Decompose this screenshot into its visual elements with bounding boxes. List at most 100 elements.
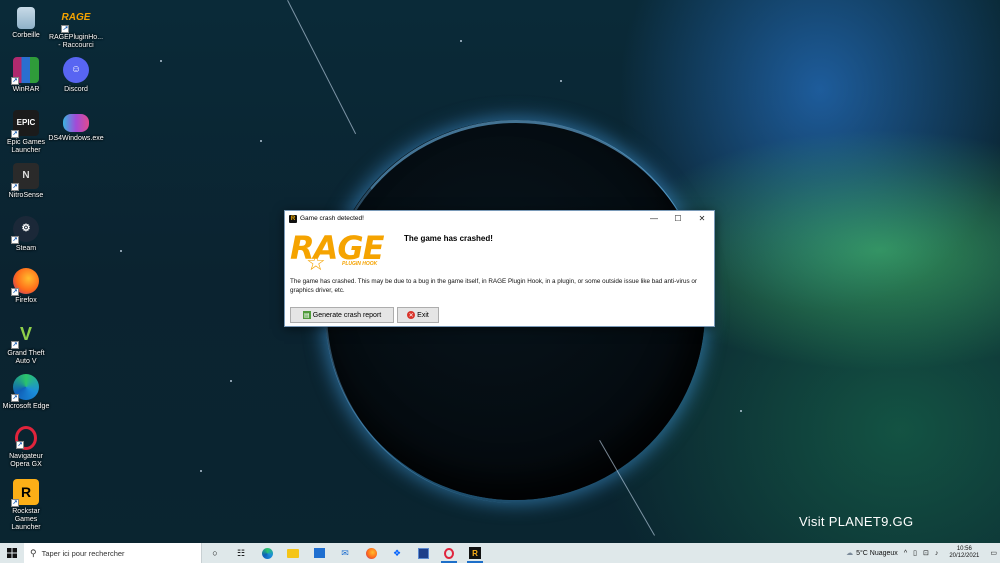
rage-logo-text: RAGE [290,229,385,267]
desktop-icon-rockstar-launcher[interactable]: R ↗ Rockstar Games Launcher [0,479,52,532]
rage-logo-subtext: PLUGIN HOOK [342,261,378,267]
desktop-icon-rage-plugin-hook[interactable]: RAGE ↗ RAGEPluginHo... - Raccourci [49,5,103,50]
start-button[interactable] [0,543,24,563]
desktop-icon-discord[interactable]: ☺ Discord [50,57,102,94]
weather-widget[interactable]: ☁ 5°C Nuageux [843,549,901,558]
desktop-icon-label: Corbeille [12,32,40,39]
chevron-up-icon: ^ [903,549,908,557]
star [460,40,462,42]
desktop-icon-edge[interactable]: ↗ Microsoft Edge [0,374,52,411]
desktop-icon-label: Steam [15,245,37,252]
desktop-icon-firefox[interactable]: ↗ Firefox [0,268,52,305]
star [560,80,562,82]
taskbar-dropbox[interactable]: ❖ [384,543,410,563]
clock-date: 20/12/2021 [949,553,980,559]
tray-volume[interactable]: ♪ [932,550,942,557]
desktop-icon-label: NitroSense [8,192,44,199]
window-controls: — ☐ ✕ [642,211,714,226]
star [230,380,232,382]
notifications-button[interactable]: ▭ [987,549,1000,557]
opera-gx-icon: ↗ [15,426,37,450]
gamepad-icon [63,114,89,132]
firefox-icon: ↗ [11,268,39,296]
rage-plugin-icon: RAGE ↗ [61,12,91,33]
crash-dialog[interactable]: R Game crash detected! — ☐ ✕ RAGE ☆ PLUG… [284,210,715,327]
network-icon: ⊡ [922,550,929,557]
dialog-heading: The game has crashed! [404,234,493,243]
ring-line [287,0,357,135]
epic-games-icon: EPIC ↗ [11,110,39,138]
steam-icon: ⚙ ↗ [11,216,39,244]
taskbar-rockstar[interactable]: R [462,543,488,563]
desktop-icon-label: DS4Windows.exe [48,135,104,142]
discord-icon: ☺ [63,57,89,83]
desktop-icon-gta-v[interactable]: V ↗ Grand Theft Auto V [0,321,52,366]
windows-icon [7,548,17,558]
dialog-title: Game crash detected! [300,215,364,222]
taskbar-mail[interactable]: ✉ [332,543,358,563]
shortcut-arrow-icon: ↗ [11,394,19,402]
dropbox-icon: ❖ [392,547,402,558]
desktop-icon-ds4windows[interactable]: DS4Windows.exe [48,110,104,143]
taskbar-edge[interactable] [254,543,280,563]
desktop-icon-label: Grand Theft Auto V [7,350,45,365]
generate-crash-report-button[interactable]: ▤ Generate crash report [290,307,394,323]
desktop-icon-opera-gx[interactable]: ↗ Navigateur Opera GX [0,426,52,469]
mail-icon: ✉ [341,547,349,558]
tray-device[interactable]: ▯ [910,549,920,557]
desktop-icon-winrar[interactable]: ↗ WinRAR [0,57,52,94]
taskbar-store[interactable] [306,543,332,563]
edge-icon: ↗ [11,374,39,402]
taskbar-file-explorer[interactable] [280,543,306,563]
rockstar-icon: R [469,547,481,559]
notification-icon: ▭ [990,550,997,557]
shortcut-arrow-icon: ↗ [11,183,19,191]
taskbar-opera-gx[interactable] [436,543,462,563]
widgets-button[interactable]: ☷ [228,543,254,563]
desktop-icon-label: Microsoft Edge [2,403,50,410]
desktop-icon-nitrosense[interactable]: N ↗ NitroSense [0,163,52,200]
dialog-titlebar[interactable]: R Game crash detected! — ☐ ✕ [285,211,714,226]
desktop-icon-label: Firefox [15,297,37,304]
taskbar-search[interactable]: ⚲ Taper ici pour rechercher [24,543,202,563]
firefox-icon [365,547,377,559]
desktop-icon-steam[interactable]: ⚙ ↗ Steam [0,216,52,253]
taskbar-clock[interactable]: 10:56 20/12/2021 [941,546,987,560]
search-placeholder: Taper ici pour rechercher [41,548,125,558]
task-view-icon: ○ [212,548,218,558]
exit-button[interactable]: ✕ Exit [397,307,439,323]
recycle-bin-icon [17,7,35,29]
cloud-icon: ☁ [846,550,854,557]
exit-button-label: Exit [417,311,429,319]
minimize-button[interactable]: — [642,211,666,226]
desktop-icon-recycle-bin[interactable]: Corbeille [0,5,52,40]
weather-text: 5°C Nuageux [856,549,898,557]
tray-network[interactable]: ⊡ [920,549,932,557]
app-icon [417,547,429,559]
close-button[interactable]: ✕ [690,211,714,226]
report-icon: ▤ [302,311,311,319]
task-view-button[interactable]: ○ [202,543,228,563]
shortcut-arrow-icon: ↗ [11,77,19,85]
gta-v-icon: V ↗ [11,324,32,349]
taskbar-blue-app[interactable] [410,543,436,563]
shortcut-arrow-icon: ↗ [11,499,19,507]
desktop-icon-label: WinRAR [12,86,40,93]
rage-app-icon: R [289,214,297,223]
maximize-button[interactable]: ☐ [666,211,690,226]
desktop-icon-label: Discord [64,86,88,93]
shortcut-arrow-icon: ↗ [16,441,24,449]
tray-chevron[interactable]: ^ [901,550,910,557]
opera-gx-icon [444,547,454,559]
widgets-icon: ☷ [236,547,246,558]
clock-time: 10:56 [956,546,972,552]
desktop-icon-label: Epic Games Launcher [6,139,46,154]
desktop-icon-epic-games[interactable]: EPIC ↗ Epic Games Launcher [0,110,52,155]
shortcut-arrow-icon: ↗ [11,130,19,138]
taskbar-firefox[interactable] [358,543,384,563]
exit-icon: ✕ [407,311,416,319]
volume-icon: ♪ [934,549,939,557]
system-tray: ☁ 5°C Nuageux ^ ▯ ⊡ ♪ 10:56 20/12/2021 ▭ [843,543,1000,563]
shortcut-arrow-icon: ↗ [11,341,19,349]
star [120,250,122,252]
